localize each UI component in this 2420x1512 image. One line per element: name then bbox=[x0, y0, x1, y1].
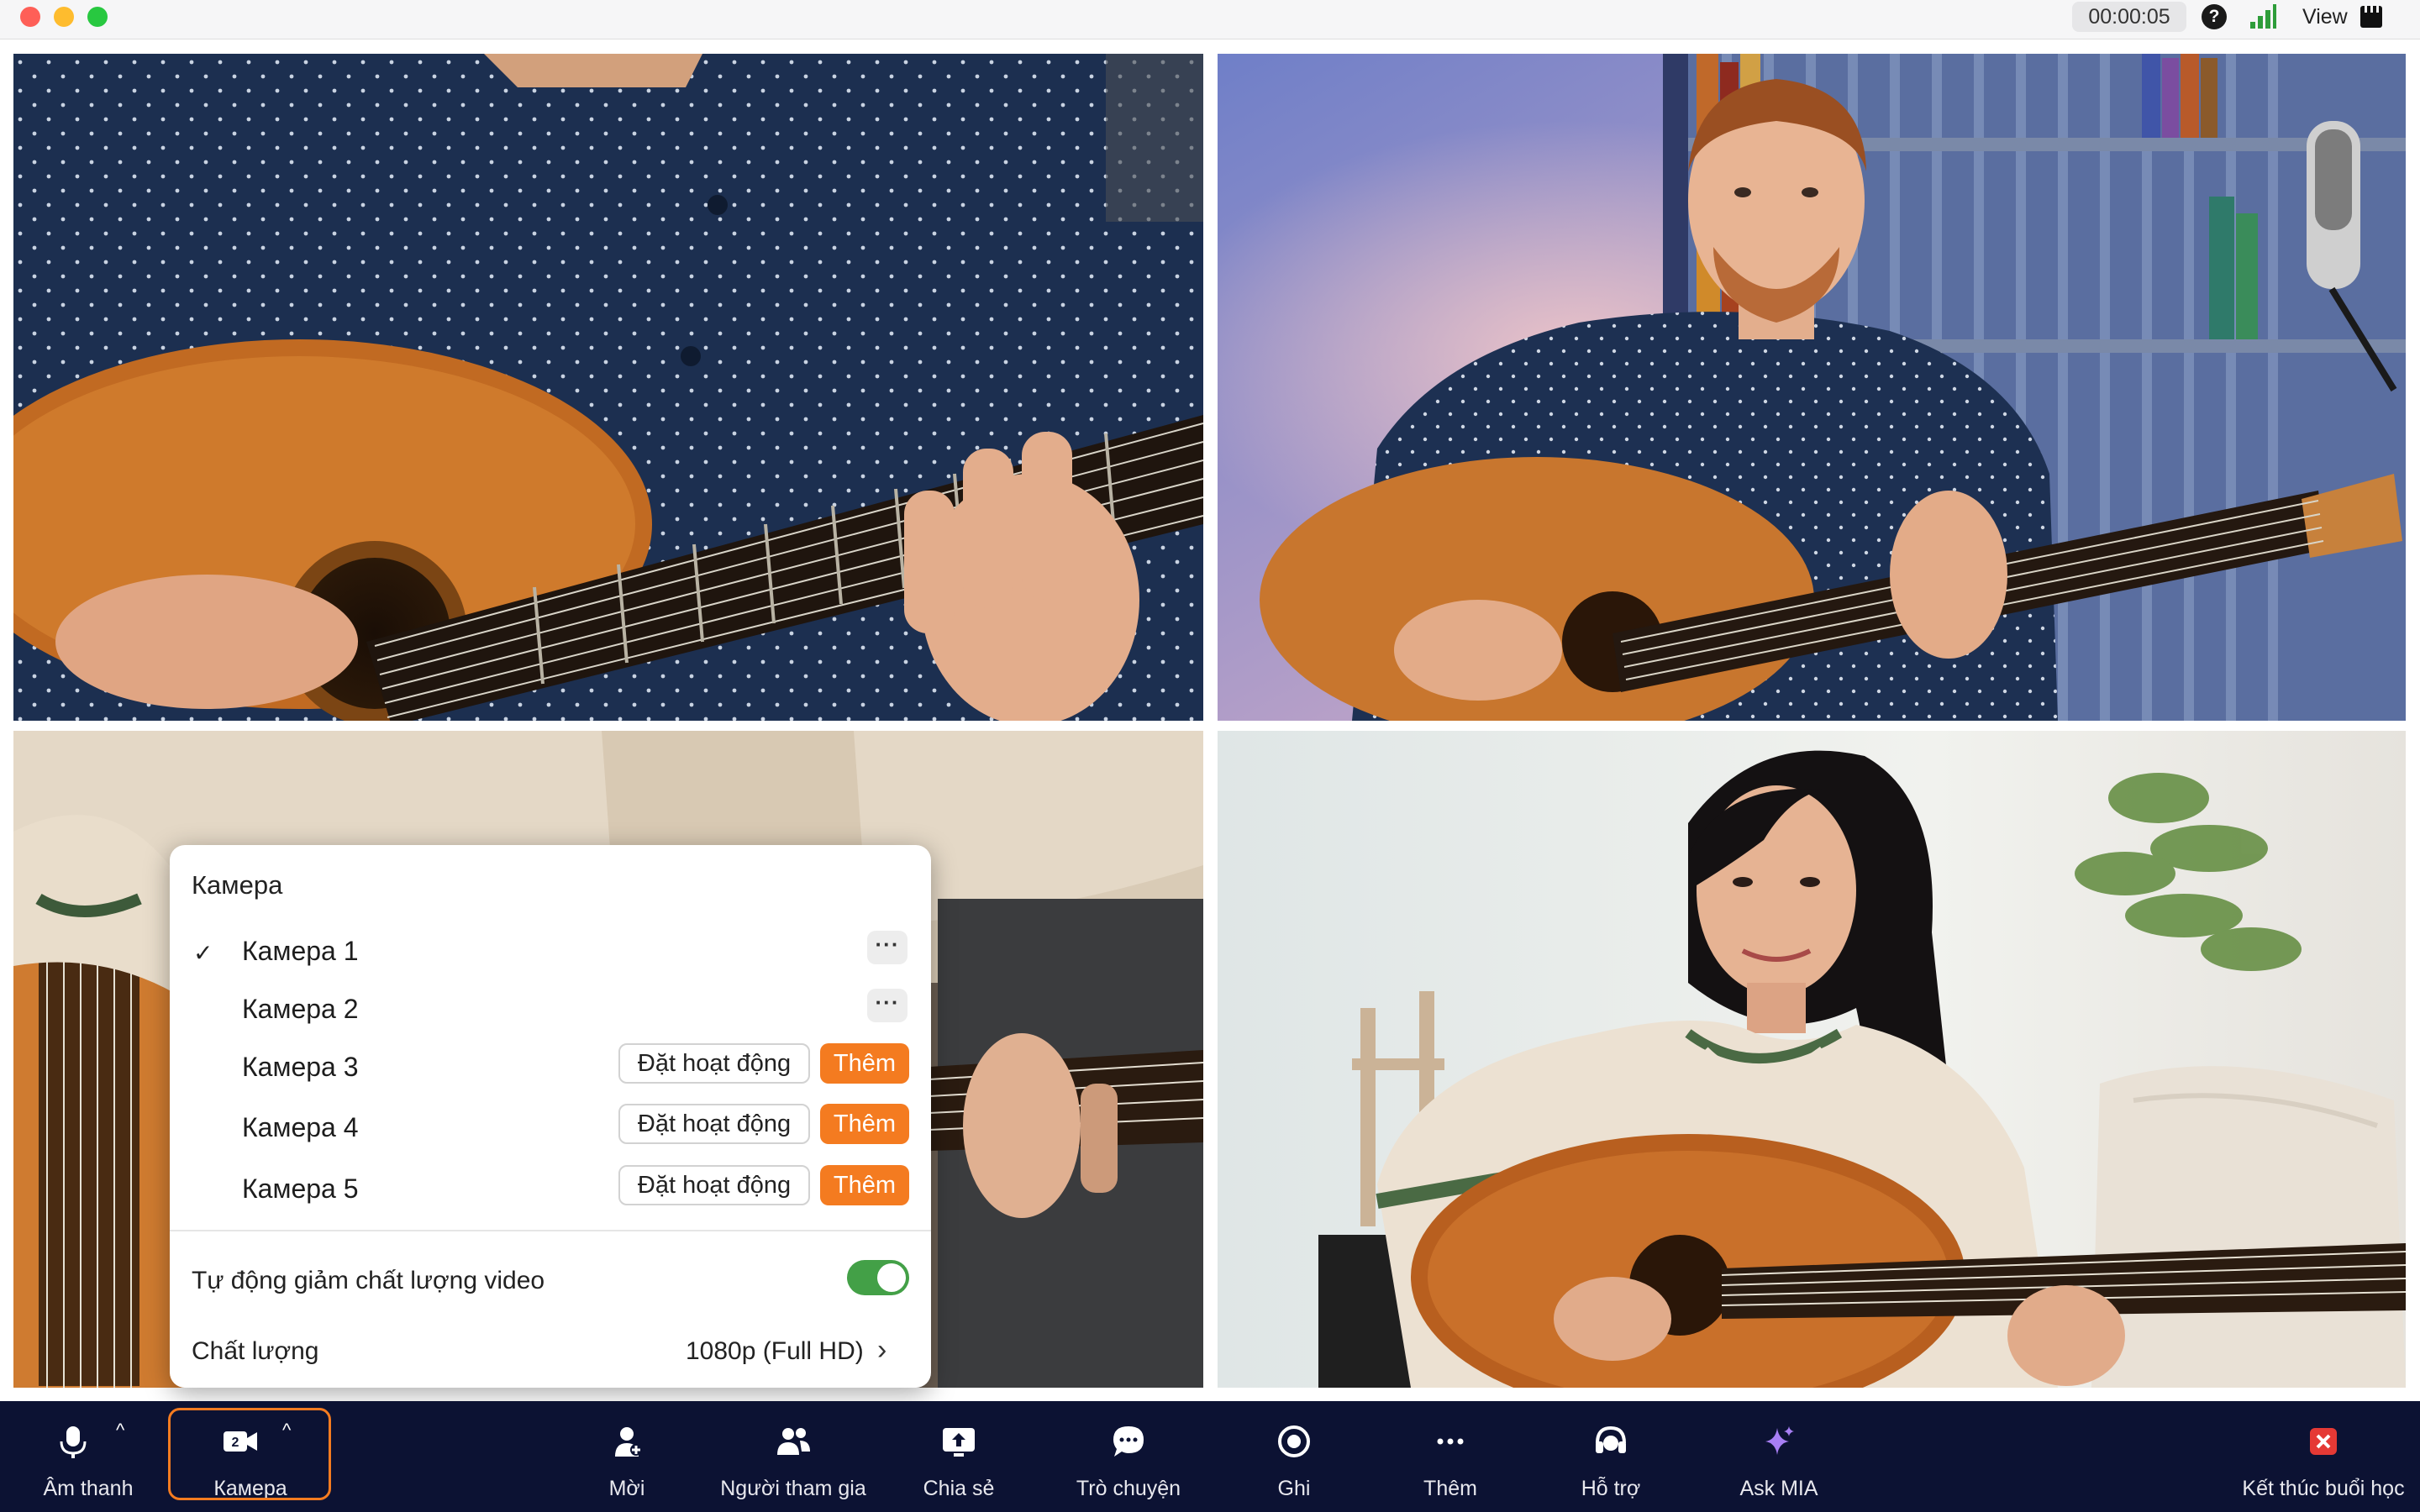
camera-name: Камера 2 bbox=[242, 994, 359, 1024]
audio-label: Âm thanh bbox=[43, 1477, 134, 1500]
video-tile-2[interactable] bbox=[1218, 54, 2406, 721]
more-icon bbox=[1437, 1438, 1464, 1445]
invite-button[interactable]: Mời bbox=[585, 1401, 669, 1512]
end-session-label: Kết thúc buổi học bbox=[2242, 1477, 2405, 1500]
checkmark-icon: ✓ bbox=[193, 940, 213, 966]
quality-label: Chất lượng bbox=[192, 1337, 319, 1365]
share-icon bbox=[943, 1428, 975, 1457]
maximize-window-button[interactable] bbox=[87, 7, 108, 27]
close-icon bbox=[2310, 1428, 2337, 1455]
audio-options-caret-icon[interactable]: ^ bbox=[116, 1420, 124, 1441]
camera-option-1[interactable]: ✓ Камера 1 ··· bbox=[170, 922, 931, 981]
chat-label: Trò chuyện bbox=[1076, 1477, 1181, 1500]
camera-name: Камера 1 bbox=[242, 936, 359, 966]
camera-option-4[interactable]: Камера 4 Đặt hoạt động Thêm bbox=[170, 1099, 931, 1158]
add-camera-button[interactable]: Thêm bbox=[820, 1043, 909, 1084]
set-active-button[interactable]: Đặt hoạt động bbox=[618, 1165, 810, 1205]
video-tile-4[interactable] bbox=[1218, 731, 2406, 1388]
camera-name: Камера 5 bbox=[242, 1173, 359, 1204]
camera-option-3[interactable]: Камера 3 Đặt hoạt động Thêm bbox=[170, 1038, 931, 1097]
toggle-knob bbox=[877, 1263, 906, 1292]
sparkle-icon bbox=[1765, 1426, 1794, 1455]
support-icon bbox=[1596, 1425, 1626, 1453]
add-camera-button[interactable]: Thêm bbox=[820, 1165, 909, 1205]
ask-mia-button[interactable]: Ask MIA bbox=[1731, 1401, 1827, 1512]
signal-icon[interactable] bbox=[2249, 3, 2277, 30]
add-camera-button[interactable]: Thêm bbox=[820, 1104, 909, 1144]
camera-menu-popup: Камера ✓ Камера 1 ··· Камера 2 ··· Камер… bbox=[170, 845, 931, 1388]
audio-button[interactable]: ^ Âm thanh bbox=[25, 1401, 151, 1512]
chevron-right-icon[interactable]: › bbox=[877, 1334, 886, 1367]
quality-value[interactable]: 1080p (Full HD) bbox=[686, 1337, 864, 1366]
camera-option-2[interactable]: Камера 2 ··· bbox=[170, 980, 931, 1039]
more-options-button[interactable]: ··· bbox=[867, 931, 908, 964]
more-label: Thêm bbox=[1423, 1477, 1477, 1500]
video-feed-2 bbox=[1218, 54, 2406, 721]
video-feed-4 bbox=[1218, 731, 2406, 1388]
window-titlebar: 00:00:05 ? View bbox=[0, 0, 2420, 39]
record-button[interactable]: Ghi bbox=[1252, 1401, 1336, 1512]
layout-icon[interactable] bbox=[2358, 3, 2385, 30]
meeting-toolbar: ^ Âm thanh 2 ^ Камера Mời Người tham gia bbox=[0, 1401, 2420, 1512]
record-label: Ghi bbox=[1277, 1477, 1311, 1500]
ask-mia-label: Ask MIA bbox=[1739, 1477, 1818, 1500]
share-label: Chia sẻ bbox=[923, 1477, 995, 1500]
view-menu[interactable]: View bbox=[2302, 0, 2348, 34]
set-active-button[interactable]: Đặt hoạt động bbox=[618, 1043, 810, 1084]
invite-icon bbox=[615, 1427, 642, 1457]
help-icon[interactable]: ? bbox=[2202, 4, 2227, 29]
video-feed-1 bbox=[13, 54, 1203, 721]
camera-menu-title: Камера bbox=[192, 870, 283, 900]
chat-icon bbox=[1113, 1426, 1144, 1457]
camera-option-5[interactable]: Камера 5 Đặt hoạt động Thêm bbox=[170, 1160, 931, 1219]
support-label: Hỗ trợ bbox=[1581, 1477, 1641, 1500]
camera-name: Камера 4 bbox=[242, 1112, 359, 1142]
meeting-timer: 00:00:05 bbox=[2072, 2, 2186, 32]
participants-label: Người tham gia bbox=[720, 1477, 866, 1500]
close-window-button[interactable] bbox=[20, 7, 40, 27]
auto-reduce-quality-toggle[interactable] bbox=[847, 1260, 909, 1295]
record-icon bbox=[1278, 1425, 1310, 1457]
more-options-button[interactable]: ··· bbox=[867, 989, 908, 1022]
minimize-window-button[interactable] bbox=[54, 7, 74, 27]
end-session-button[interactable]: Kết thúc buổi học bbox=[2235, 1401, 2412, 1512]
auto-reduce-quality-label: Tự động giảm chất lượng video bbox=[192, 1267, 545, 1294]
set-active-button[interactable]: Đặt hoạt động bbox=[618, 1104, 810, 1144]
more-button[interactable]: Thêm bbox=[1408, 1401, 1492, 1512]
participants-button[interactable]: Người tham gia bbox=[711, 1401, 876, 1512]
participants-icon bbox=[777, 1428, 810, 1455]
video-tile-1[interactable] bbox=[13, 54, 1203, 721]
support-button[interactable]: Hỗ trợ bbox=[1565, 1401, 1657, 1512]
camera-button-active-outline bbox=[168, 1408, 331, 1500]
menu-divider bbox=[170, 1230, 931, 1231]
chat-button[interactable]: Trò chuyện bbox=[1065, 1401, 1192, 1512]
invite-label: Mời bbox=[608, 1477, 645, 1500]
microphone-icon bbox=[60, 1426, 87, 1458]
camera-name: Камера 3 bbox=[242, 1052, 359, 1082]
share-button[interactable]: Chia sẻ bbox=[913, 1401, 1005, 1512]
